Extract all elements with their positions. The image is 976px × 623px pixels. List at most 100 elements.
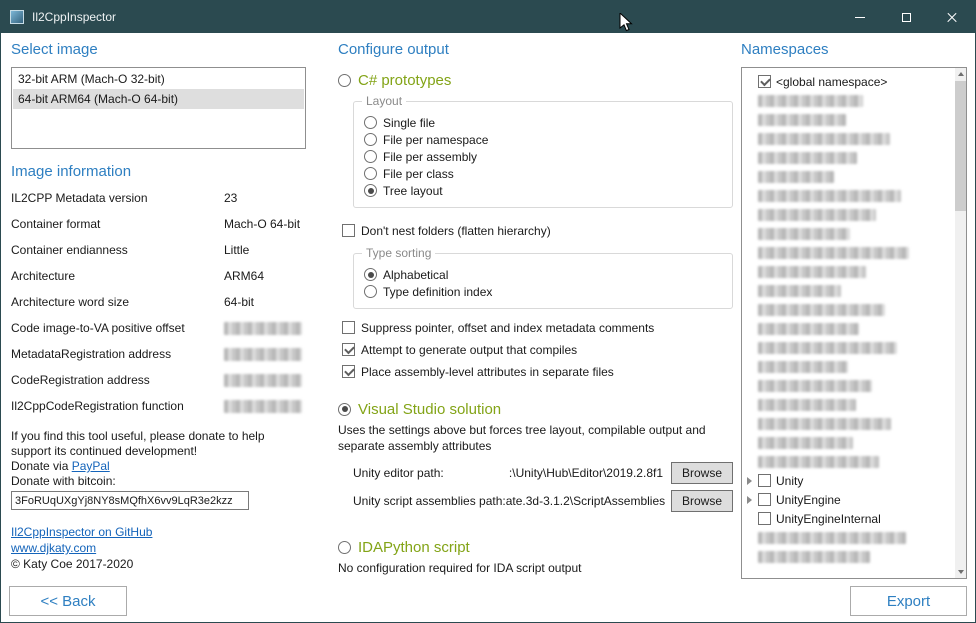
redacted-namespace-label	[758, 418, 891, 430]
app-icon	[10, 10, 24, 24]
scrollbar-thumb[interactable]	[955, 81, 966, 211]
option-csharp-prototypes[interactable]: C# prototypes	[338, 71, 733, 89]
redacted-namespace-label	[758, 361, 848, 373]
namespace-item[interactable]: <global namespace>	[747, 72, 966, 91]
namespace-checkbox[interactable]	[758, 493, 771, 506]
namespace-checkbox[interactable]	[758, 512, 771, 525]
redacted-namespace-label	[758, 532, 906, 544]
namespace-item[interactable]	[747, 357, 966, 376]
back-button[interactable]: << Back	[9, 586, 127, 616]
expander-slot	[747, 496, 758, 504]
browse-button[interactable]: Browse	[671, 490, 733, 512]
namespace-item[interactable]	[747, 395, 966, 414]
info-label: Architecture word size	[11, 295, 224, 321]
checkbox-icon	[342, 224, 355, 237]
layout-option[interactable]: File per namespace	[364, 131, 722, 148]
flatten-checkbox-row[interactable]: Don't nest folders (flatten hierarchy)	[342, 222, 733, 239]
type-sorting-option[interactable]: Type definition index	[364, 283, 722, 300]
namespaces-scrollbar[interactable]	[955, 68, 966, 578]
radio-icon	[338, 74, 351, 87]
option-label: Alphabetical	[383, 268, 448, 282]
namespace-item[interactable]	[747, 547, 966, 566]
namespace-item[interactable]	[747, 129, 966, 148]
groupbox-title: Type sorting	[362, 246, 435, 260]
image-list-item[interactable]: 32-bit ARM (Mach-O 32-bit)	[13, 69, 304, 89]
namespace-item[interactable]	[747, 319, 966, 338]
layout-option[interactable]: File per class	[364, 165, 722, 182]
namespace-item[interactable]	[747, 148, 966, 167]
namespace-item[interactable]: UnityEngine	[747, 490, 966, 509]
type-sorting-option[interactable]: Alphabetical	[364, 266, 722, 283]
namespace-item[interactable]	[747, 91, 966, 110]
namespace-checkbox[interactable]	[758, 75, 771, 88]
namespace-item[interactable]	[747, 338, 966, 357]
layout-option[interactable]: File per assembly	[364, 148, 722, 165]
namespace-item[interactable]	[747, 262, 966, 281]
namespace-item[interactable]	[747, 243, 966, 262]
output-checkbox-row[interactable]: Attempt to generate output that compiles	[342, 341, 733, 358]
field-label: Unity script assemblies path:	[353, 494, 506, 508]
bitcoin-address-input[interactable]	[11, 491, 249, 510]
output-checkbox-row[interactable]: Suppress pointer, offset and index metad…	[342, 319, 733, 336]
output-checkboxes: Suppress pointer, offset and index metad…	[338, 319, 733, 380]
redacted-namespace-label	[758, 95, 863, 107]
option-visual-studio-solution[interactable]: Visual Studio solution	[338, 400, 733, 418]
option-label: Tree layout	[383, 184, 443, 198]
namespaces-listbox: <global namespace>	[741, 67, 967, 579]
namespace-item[interactable]	[747, 414, 966, 433]
namespace-item[interactable]	[747, 186, 966, 205]
radio-icon	[338, 541, 351, 554]
expander-icon[interactable]	[747, 496, 752, 504]
option-label: Type definition index	[383, 285, 492, 299]
namespace-item[interactable]	[747, 300, 966, 319]
info-label: Architecture	[11, 269, 224, 295]
redacted-namespace-label	[758, 304, 885, 316]
namespace-item[interactable]	[747, 376, 966, 395]
scroll-down-icon[interactable]	[958, 570, 964, 574]
namespace-item[interactable]	[747, 110, 966, 129]
output-checkbox-row[interactable]: Place assembly-level attributes in separ…	[342, 363, 733, 380]
namespace-item[interactable]	[747, 205, 966, 224]
close-button[interactable]	[929, 1, 975, 33]
minimize-button[interactable]	[837, 1, 883, 33]
checkbox-label: Suppress pointer, offset and index metad…	[361, 321, 654, 335]
info-label: MetadataRegistration address	[11, 347, 224, 373]
github-link[interactable]: Il2CppInspector on GitHub	[11, 524, 306, 540]
info-value: 64-bit	[224, 295, 306, 321]
namespace-label: <global namespace>	[776, 75, 887, 89]
info-row: Container format Mach-O 64-bit	[11, 217, 306, 243]
namespace-item[interactable]	[747, 167, 966, 186]
layout-option[interactable]: Single file	[364, 114, 722, 131]
paypal-link[interactable]: PayPal	[72, 459, 110, 473]
expander-icon[interactable]	[747, 477, 752, 485]
redacted-value	[224, 348, 302, 361]
namespace-item[interactable]	[747, 224, 966, 243]
option-label: File per namespace	[383, 133, 488, 147]
namespace-item[interactable]	[747, 528, 966, 547]
info-row: Code image-to-VA positive offset	[11, 321, 306, 347]
layout-option[interactable]: Tree layout	[364, 182, 722, 199]
info-value: 23	[224, 191, 306, 217]
namespace-item[interactable]: Unity	[747, 471, 966, 490]
info-value: ARM64	[224, 269, 306, 295]
checkbox-icon	[342, 343, 355, 356]
copyright-text: © Katy Coe 2017-2020	[11, 556, 306, 572]
option-idapython-script[interactable]: IDAPython script	[338, 538, 733, 556]
configure-output-panel: Configure output C# prototypes Layout Si…	[338, 41, 733, 576]
close-icon	[946, 11, 958, 23]
maximize-button[interactable]	[883, 1, 929, 33]
scroll-up-icon[interactable]	[955, 68, 966, 80]
image-list-item[interactable]: 64-bit ARM64 (Mach-O 64-bit)	[13, 89, 304, 109]
namespace-item[interactable]	[747, 433, 966, 452]
redacted-namespace-label	[758, 399, 856, 411]
website-link[interactable]: www.djkaty.com	[11, 540, 306, 556]
export-button[interactable]: Export	[850, 586, 967, 616]
browse-button[interactable]: Browse	[671, 462, 733, 484]
namespace-checkbox[interactable]	[758, 474, 771, 487]
vs-solution-description: Uses the settings above but forces tree …	[338, 422, 733, 454]
namespace-item[interactable]: UnityEngineInternal	[747, 509, 966, 528]
namespace-item[interactable]	[747, 281, 966, 300]
radio-icon	[364, 116, 377, 129]
radio-icon	[364, 150, 377, 163]
namespace-item[interactable]	[747, 452, 966, 471]
